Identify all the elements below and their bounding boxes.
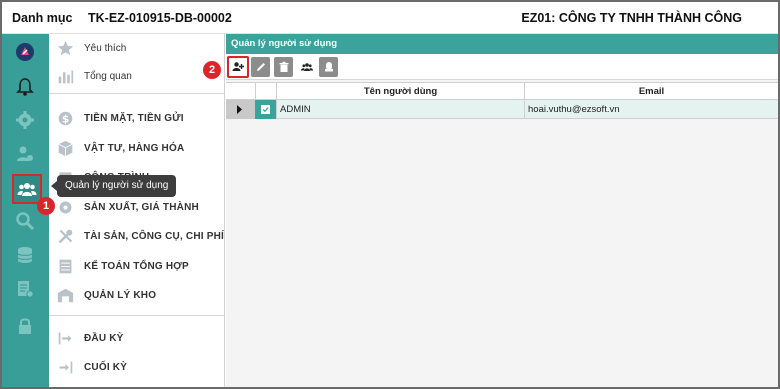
menu-item-assets[interactable]: TÀI SẢN, CÔNG CỤ, CHI PHÍ: [49, 225, 225, 247]
database-code: TK-EZ-010915-DB-00002: [88, 11, 232, 25]
permission-button[interactable]: [319, 57, 338, 77]
user-gear-icon[interactable]: [10, 140, 40, 168]
lock-icon[interactable]: [10, 312, 40, 340]
panel-title: Quản lý người sử dụng: [226, 34, 778, 54]
menu-item-label: TÀI SẢN, CÔNG CỤ, CHI PHÍ: [84, 230, 225, 242]
app-window: Danh mục TK-EZ-010915-DB-00002 EZ01: CÔN…: [0, 0, 780, 389]
menu-item-label: KẾ TOÁN TỔNG HỢP: [84, 260, 189, 272]
menu-item-label: VẬT TƯ, HÀNG HÓA: [84, 142, 185, 154]
warehouse-icon: [56, 286, 74, 304]
toolbar: [226, 54, 778, 80]
cell-username: ADMIN: [276, 100, 524, 119]
table-row[interactable]: ADMIN hoai.vuthu@ezsoft.vn: [226, 100, 778, 119]
menu-item-label: CUỐI KỲ: [84, 361, 128, 373]
menu-item-general-ledger[interactable]: KẾ TOÁN TỔNG HỢP: [49, 255, 225, 277]
menu-item-overview[interactable]: Tổng quan: [49, 65, 225, 87]
menu-item-opening[interactable]: ĐẦU KỲ: [49, 327, 225, 349]
menu-item-label: SẢN XUẤT, GIÁ THÀNH: [84, 201, 199, 213]
group-users-button[interactable]: [297, 57, 316, 77]
users-icon[interactable]: [12, 174, 42, 204]
users-tooltip: Quản lý người sử dụng: [50, 175, 177, 197]
checkbox-column-header: [255, 83, 276, 101]
menu-item-closing[interactable]: CUỐI KỲ: [49, 356, 225, 378]
app-logo-icon[interactable]: [10, 38, 40, 66]
menu-item-label: QUẢN LÝ KHO: [84, 289, 157, 301]
box-icon: [56, 139, 74, 157]
report-icon[interactable]: [10, 275, 40, 303]
menu-item-inventory[interactable]: VẬT TƯ, HÀNG HÓA: [49, 137, 225, 159]
money-icon: $: [56, 109, 74, 127]
menu-item-label: Tổng quan: [84, 70, 132, 82]
module-menu: Yêu thích Tổng quan $ TIỀN MẶT, TIỀN GỬI…: [49, 34, 225, 387]
table-header: Tên người dùng Email: [226, 82, 778, 101]
tools-icon: [56, 227, 74, 245]
top-bar: Danh mục TK-EZ-010915-DB-00002 EZ01: CÔN…: [2, 2, 778, 34]
step-badge-2: 2: [203, 61, 221, 79]
menu-item-production[interactable]: SẢN XUẤT, GIÁ THÀNH: [49, 196, 225, 218]
arrow-out-icon: [56, 358, 74, 376]
column-header-username[interactable]: Tên người dùng: [276, 83, 524, 101]
menu-item-favorites[interactable]: Yêu thích: [49, 37, 225, 59]
svg-text:$: $: [61, 114, 68, 125]
add-user-button[interactable]: [227, 56, 249, 78]
delete-button[interactable]: [274, 57, 293, 77]
menu-item-warehouse[interactable]: QUẢN LÝ KHO: [49, 284, 225, 306]
ledger-icon: [56, 257, 74, 275]
cell-email: hoai.vuthu@ezsoft.vn: [524, 100, 778, 119]
menu-divider: [49, 315, 225, 316]
menu-item-label: TIỀN MẶT, TIỀN GỬI: [84, 112, 184, 124]
gear-icon[interactable]: [10, 106, 40, 134]
menu-divider: [49, 93, 225, 94]
arrow-in-icon: [56, 329, 74, 347]
step-badge-1: 1: [37, 197, 55, 215]
catalog-menu-label[interactable]: Danh mục: [12, 11, 72, 25]
checkmark-icon: [261, 105, 270, 114]
menu-item-label: Yêu thích: [84, 42, 127, 54]
company-name: EZ01: CÔNG TY TNHH THÀNH CÔNG: [521, 11, 742, 25]
column-header-email[interactable]: Email: [524, 83, 778, 101]
bell-icon[interactable]: [10, 73, 40, 101]
edit-button[interactable]: [251, 57, 270, 77]
search-icon[interactable]: [10, 207, 40, 235]
star-icon: [56, 39, 74, 57]
gears-icon: [56, 198, 74, 216]
menu-item-label: ĐẦU KỲ: [84, 332, 124, 344]
menu-item-cash[interactable]: $ TIỀN MẶT, TIỀN GỬI: [49, 107, 225, 129]
user-management-panel: Quản lý người sử dụng F2 Tên người dùng: [226, 34, 778, 387]
bar-chart-icon: [56, 67, 74, 85]
row-selector[interactable]: [226, 100, 255, 119]
database-icon[interactable]: [10, 241, 40, 269]
row-checkbox[interactable]: [255, 100, 276, 119]
